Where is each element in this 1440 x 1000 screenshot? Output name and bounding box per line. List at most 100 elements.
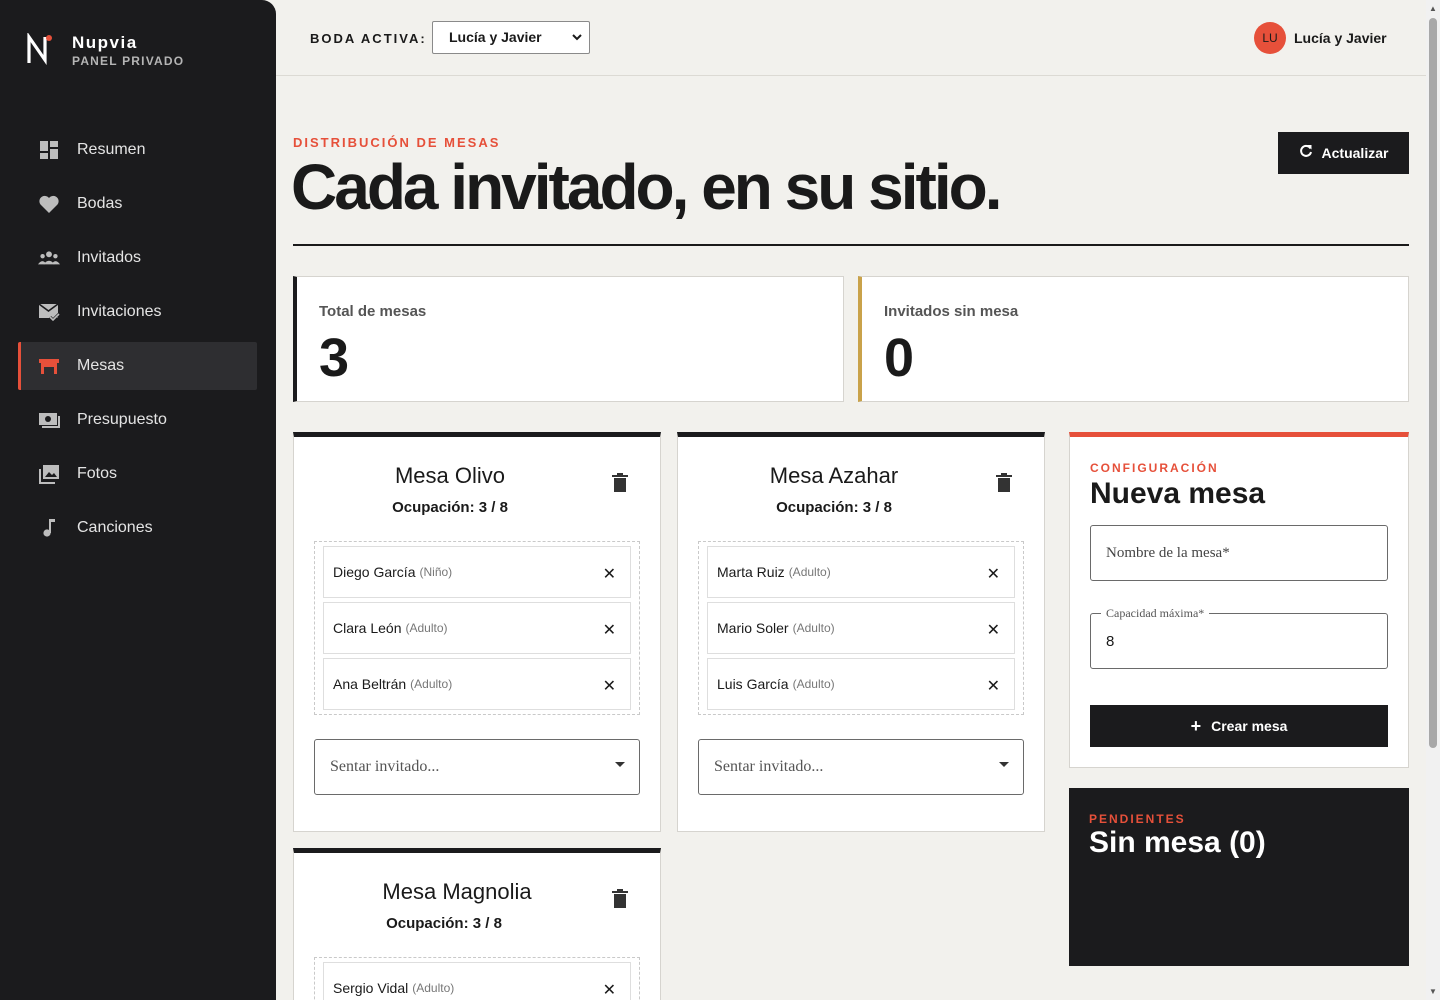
table-occupancy: Ocupación: 3 / 8: [776, 499, 892, 516]
trash-icon[interactable]: [612, 473, 628, 493]
sidebar-nav: Resumen Bodas Invitados Invitaciones Mes…: [18, 126, 257, 558]
page-scrollbar[interactable]: ▲ ▼: [1426, 0, 1440, 1000]
people-icon: [38, 247, 60, 269]
guest-row: Sergio Vidal (Adulto) ✕: [323, 962, 631, 1000]
stat-label: Total de mesas: [319, 303, 427, 320]
money-icon: [38, 409, 60, 431]
sidebar: Nupvia PANEL PRIVADO Resumen Bodas Invit…: [0, 0, 276, 1000]
refresh-icon: [1299, 144, 1313, 162]
capacity-input[interactable]: Capacidad máxima* 8: [1090, 606, 1388, 669]
guest-row: Luis García (Adulto) ✕: [707, 658, 1015, 710]
page-title: Cada invitado, en su sitio.: [291, 151, 1002, 223]
active-wedding-select[interactable]: Lucía y Javier: [432, 21, 590, 54]
stat-value: 0: [884, 328, 915, 388]
sidebar-item-fotos[interactable]: Fotos: [18, 450, 257, 498]
guest-row: Mario Soler (Adulto) ✕: [707, 602, 1015, 654]
page-eyebrow: DISTRIBUCIÓN DE MESAS: [293, 135, 501, 150]
user-menu[interactable]: LU Lucía y Javier: [1254, 22, 1387, 54]
sidebar-item-bodas[interactable]: Bodas: [18, 180, 257, 228]
sidebar-item-label: Presupuesto: [77, 411, 167, 428]
nupvia-logo-icon: [26, 31, 56, 66]
sidebar-item-mesas[interactable]: Mesas: [18, 342, 257, 390]
guest-name: Diego García: [333, 564, 416, 580]
heart-icon: [38, 193, 60, 215]
stat-card-total-tables: Total de mesas 3: [293, 276, 844, 402]
guest-name: Marta Ruiz: [717, 564, 785, 580]
stat-value: 3: [319, 328, 350, 388]
sidebar-item-label: Invitados: [77, 249, 142, 266]
photos-icon: [38, 463, 60, 485]
user-name: Lucía y Javier: [1294, 30, 1387, 46]
sidebar-item-invitados[interactable]: Invitados: [18, 234, 257, 282]
header-divider: [293, 244, 1409, 246]
close-icon[interactable]: ✕: [603, 980, 616, 1000]
stat-card-unseated-guests: Invitados sin mesa 0: [858, 276, 1409, 402]
topbar: BODA ACTIVA: Lucía y Javier LU Lucía y J…: [276, 0, 1426, 76]
create-table-button[interactable]: + Crear mesa: [1090, 705, 1388, 747]
capacity-label: Capacidad máxima*: [1101, 606, 1210, 621]
caret-down-icon: [615, 762, 625, 767]
close-icon[interactable]: ✕: [603, 564, 616, 584]
trash-icon[interactable]: [612, 889, 628, 909]
new-table-panel: CONFIGURACIÓN Nueva mesa Nombre de la me…: [1069, 432, 1409, 768]
table-name-input[interactable]: Nombre de la mesa*: [1090, 525, 1388, 581]
avatar: LU: [1254, 22, 1286, 54]
sidebar-item-label: Fotos: [77, 465, 118, 482]
sidebar-item-label: Canciones: [77, 519, 153, 536]
sidebar-item-resumen[interactable]: Resumen: [18, 126, 257, 174]
scroll-up-arrow-icon[interactable]: ▲: [1429, 4, 1437, 13]
trash-icon[interactable]: [996, 473, 1012, 493]
table-card-magnolia: Mesa Magnolia Ocupación: 3 / 8 Sergio Vi…: [293, 848, 661, 1000]
guest-row: Ana Beltrán (Adulto) ✕: [323, 658, 631, 710]
mail-check-icon: [38, 301, 60, 323]
brand-subtitle: PANEL PRIVADO: [72, 54, 185, 68]
close-icon[interactable]: ✕: [987, 564, 1000, 584]
close-icon[interactable]: ✕: [987, 676, 1000, 696]
refresh-button[interactable]: Actualizar: [1278, 132, 1409, 174]
stat-label: Invitados sin mesa: [884, 303, 1019, 320]
table-occupancy: Ocupación: 3 / 8: [392, 499, 508, 516]
sidebar-item-label: Resumen: [77, 141, 146, 158]
guest-type: (Adulto): [792, 677, 835, 691]
guest-name: Clara León: [333, 620, 402, 636]
guest-row: Marta Ruiz (Adulto) ✕: [707, 546, 1015, 598]
config-eyebrow: CONFIGURACIÓN: [1090, 461, 1219, 475]
table-name: Mesa Olivo: [394, 463, 506, 488]
brand[interactable]: Nupvia PANEL PRIVADO: [26, 31, 185, 68]
guest-name: Luis García: [717, 676, 789, 692]
active-wedding-value: Lucía y Javier: [449, 29, 542, 45]
sidebar-item-label: Bodas: [77, 195, 123, 212]
seat-guest-placeholder: Sentar invitado...: [330, 758, 440, 775]
close-icon[interactable]: ✕: [603, 676, 616, 696]
close-icon[interactable]: ✕: [987, 620, 1000, 640]
seat-guest-select[interactable]: Sentar invitado...: [698, 739, 1024, 795]
sidebar-item-invitaciones[interactable]: Invitaciones: [18, 288, 257, 336]
refresh-label: Actualizar: [1321, 145, 1389, 161]
guest-list: Marta Ruiz (Adulto) ✕ Mario Soler (Adult…: [698, 541, 1024, 715]
guest-row: Clara León (Adulto) ✕: [323, 602, 631, 654]
guest-name: Mario Soler: [717, 620, 789, 636]
config-title: Nueva mesa: [1090, 477, 1266, 510]
caret-down-icon: [999, 762, 1009, 767]
pending-eyebrow: PENDIENTES: [1089, 812, 1186, 826]
sidebar-item-canciones[interactable]: Canciones: [18, 504, 257, 552]
unseated-panel: PENDIENTES Sin mesa (0): [1069, 788, 1409, 966]
sidebar-item-label: Invitaciones: [77, 303, 162, 320]
scroll-down-arrow-icon[interactable]: ▼: [1429, 987, 1437, 996]
guest-type: (Adulto): [788, 565, 831, 579]
table-card-azahar: Mesa Azahar Ocupación: 3 / 8 Marta Ruiz …: [677, 432, 1045, 832]
guest-type: (Adulto): [412, 981, 455, 995]
capacity-value: 8: [1106, 633, 1115, 650]
create-table-label: Crear mesa: [1211, 718, 1288, 734]
scrollbar-thumb[interactable]: [1429, 18, 1437, 748]
table-card-olivo: Mesa Olivo Ocupación: 3 / 8 Diego García…: [293, 432, 661, 832]
guest-name: Sergio Vidal: [333, 980, 409, 996]
table-name: Mesa Azahar: [769, 463, 899, 488]
close-icon[interactable]: ✕: [603, 620, 616, 640]
seat-guest-select[interactable]: Sentar invitado...: [314, 739, 640, 795]
active-wedding-label: BODA ACTIVA:: [310, 31, 427, 46]
guest-name: Ana Beltrán: [333, 676, 407, 692]
guest-type: (Adulto): [405, 621, 448, 635]
sidebar-item-presupuesto[interactable]: Presupuesto: [18, 396, 257, 444]
guest-row: Diego García (Niño) ✕: [323, 546, 631, 598]
